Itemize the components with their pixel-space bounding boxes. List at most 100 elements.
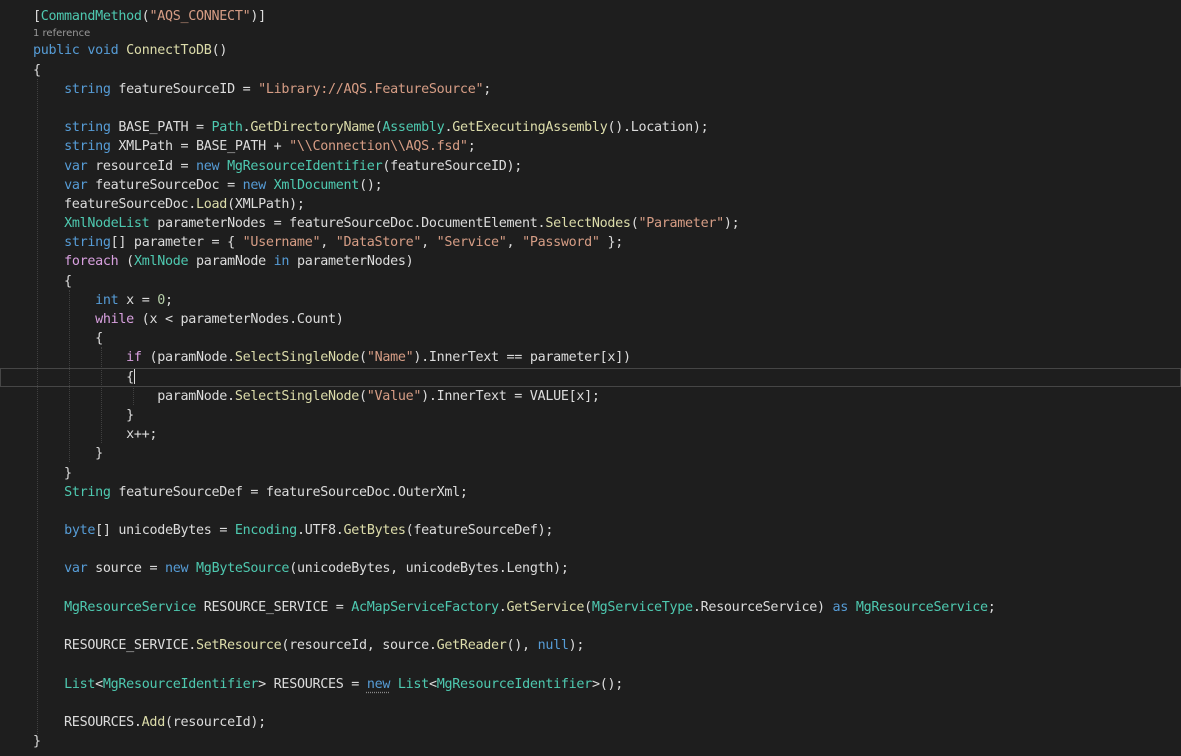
code-token: ( (359, 350, 367, 366)
code-token: null (537, 638, 569, 654)
code-token: var (64, 561, 88, 577)
code-line[interactable] (0, 617, 1181, 636)
code-line[interactable]: x++; (0, 425, 1181, 444)
code-line[interactable]: { (0, 329, 1181, 348)
code-line[interactable]: var source = new MgByteSource(unicodeByt… (0, 559, 1181, 578)
code-line[interactable]: String featureSourceDef = featureSourceD… (0, 483, 1181, 502)
code-token: SelectNodes (545, 216, 631, 232)
code-line[interactable]: while (x < parameterNodes.Count) (0, 310, 1181, 329)
code-token: Encoding (234, 523, 297, 539)
code-token: var (64, 177, 88, 193)
code-line[interactable] (0, 99, 1181, 118)
code-token: { (33, 273, 72, 289)
code-editor[interactable]: [CommandMethod("AQS_CONNECT")] 1 referenc… (0, 0, 1181, 756)
code-line[interactable]: string XMLPath = BASE_PATH + "\\Connecti… (0, 137, 1181, 156)
code-line[interactable]: featureSourceDoc.Load(XMLPath); (0, 195, 1181, 214)
code-token: Path (211, 120, 243, 136)
code-line[interactable]: string featureSourceID = "Library://AQS.… (0, 80, 1181, 99)
code-line[interactable]: [CommandMethod("AQS_CONNECT")] (0, 7, 1181, 26)
codelens-link[interactable]: 1 reference (33, 28, 90, 39)
code-token: x++; (33, 427, 158, 443)
code-token: string (64, 235, 111, 251)
code-token: String (64, 484, 111, 500)
code-token: void (87, 43, 119, 59)
code-token-suggestion: new (366, 676, 391, 692)
code-token: RESOURCE_SERVICE. (33, 638, 196, 654)
code-token: , (421, 235, 437, 251)
code-token: [ (33, 9, 41, 24)
code-line[interactable] (0, 579, 1181, 598)
code-token: resourceId = (87, 158, 197, 174)
code-token: (featureSourceDef); (405, 523, 554, 539)
code-token: GetReader (436, 638, 507, 654)
code-line[interactable]: var featureSourceDoc = new XmlDocument()… (0, 176, 1181, 195)
code-line[interactable] (0, 655, 1181, 674)
code-line[interactable]: var resourceId = new MgResourceIdentifie… (0, 157, 1181, 176)
code-token: } (33, 734, 41, 750)
code-line[interactable] (0, 694, 1181, 713)
code-line[interactable]: List<MgResourceIdentifier> RESOURCES = n… (0, 675, 1181, 694)
code-line[interactable]: RESOURCES.Add(resourceId); (0, 713, 1181, 732)
code-token: as (832, 599, 849, 615)
code-line[interactable]: int x = 0; (0, 291, 1181, 310)
code-token: { (33, 331, 103, 347)
code-line[interactable] (0, 540, 1181, 559)
code-token: GetBytes (343, 523, 406, 539)
code-line[interactable] (0, 502, 1181, 521)
code-token: featureSourceDoc = (87, 177, 243, 193)
code-line[interactable]: { (0, 61, 1181, 80)
code-token: XmlNode (133, 254, 189, 270)
code-line[interactable]: public void ConnectToDB() (0, 41, 1181, 60)
code-token: (unicodeBytes, unicodeBytes.Length); (289, 561, 569, 577)
code-token: >(); (591, 676, 624, 692)
code-token: < (428, 676, 437, 692)
code-line[interactable]: { (0, 272, 1181, 291)
code-line[interactable]: } (0, 464, 1181, 483)
code-line[interactable]: if (paramNode.SelectSingleNode("Name").I… (0, 348, 1181, 367)
code-line[interactable]: byte[] unicodeBytes = Encoding.UTF8.GetB… (0, 521, 1181, 540)
code-token: source = (87, 561, 165, 577)
code-line[interactable]: } (0, 444, 1181, 463)
code-token: .ResourceService) (692, 599, 833, 615)
code-area[interactable]: [CommandMethod("AQS_CONNECT")] 1 referenc… (0, 7, 1181, 751)
code-token: ).InnerText = VALUE[x]; (421, 388, 600, 404)
code-line[interactable]: string BASE_PATH = Path.GetDirectoryName… (0, 118, 1181, 137)
code-line[interactable]: XmlNodeList parameterNodes = featureSour… (0, 214, 1181, 233)
code-token: "Password" (522, 235, 600, 251)
code-line[interactable]: MgResourceService RESOURCE_SERVICE = AcM… (0, 598, 1181, 617)
code-line[interactable]: { (0, 367, 1181, 387)
code-token: , (506, 235, 523, 251)
text-caret (133, 369, 135, 385)
code-token: var (64, 158, 88, 174)
code-line[interactable]: string[] parameter = { "Username", "Data… (0, 233, 1181, 252)
code-token: Assembly (382, 120, 445, 136)
code-token: "\\Connection\\AQS.fsd" (289, 139, 468, 155)
code-token: parameterNodes = featureSourceDoc.Docume… (149, 216, 546, 232)
code-token: SetResource (196, 638, 282, 654)
code-token: ).InnerText == parameter[x]) (413, 350, 631, 366)
code-token: MgResourceIdentifier (436, 676, 593, 692)
code-line[interactable]: } (0, 732, 1181, 751)
code-token: MgServiceType (591, 599, 693, 615)
code-line[interactable]: } (0, 406, 1181, 425)
code-line[interactable]: paramNode.SelectSingleNode("Value").Inne… (0, 387, 1181, 406)
code-token: new (242, 177, 267, 193)
code-token: int (95, 292, 119, 308)
codelens-references[interactable]: 1 reference (0, 26, 1181, 41)
code-line[interactable]: foreach (XmlNode paramNode in parameterN… (0, 252, 1181, 271)
code-token: SelectSingleNode (234, 350, 360, 366)
code-line[interactable]: RESOURCE_SERVICE.SetResource(resourceId,… (0, 636, 1181, 655)
code-token: ().Location); (607, 120, 709, 136)
code-token: (resourceId, source. (281, 638, 437, 654)
